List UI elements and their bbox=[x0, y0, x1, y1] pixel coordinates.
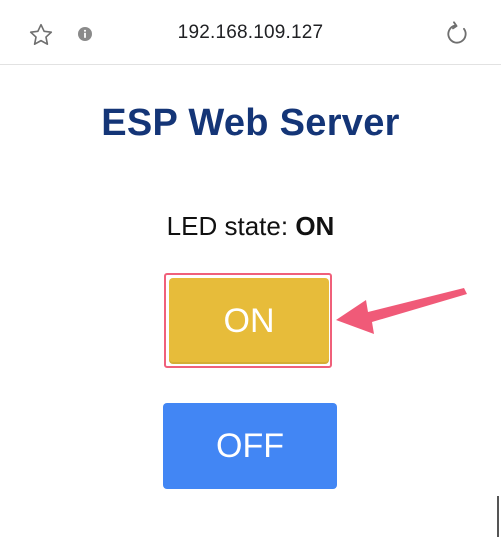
reload-icon[interactable] bbox=[444, 21, 470, 47]
off-button[interactable]: OFF bbox=[163, 403, 337, 489]
page-title: ESP Web Server bbox=[101, 102, 400, 144]
on-button[interactable]: ON bbox=[169, 278, 329, 364]
led-state-line: LED state: ON bbox=[0, 211, 501, 242]
window-edge bbox=[497, 496, 499, 537]
pointer-arrow-icon bbox=[336, 288, 467, 334]
led-state-label: LED state: bbox=[166, 211, 289, 241]
address-bar-url[interactable]: 192.168.109.127 bbox=[0, 22, 501, 44]
led-state-value: ON bbox=[295, 211, 335, 241]
browser-toolbar: 192.168.109.127 bbox=[0, 0, 501, 65]
browser-window: 192.168.109.127 ESP Web Server LED state… bbox=[0, 0, 501, 537]
